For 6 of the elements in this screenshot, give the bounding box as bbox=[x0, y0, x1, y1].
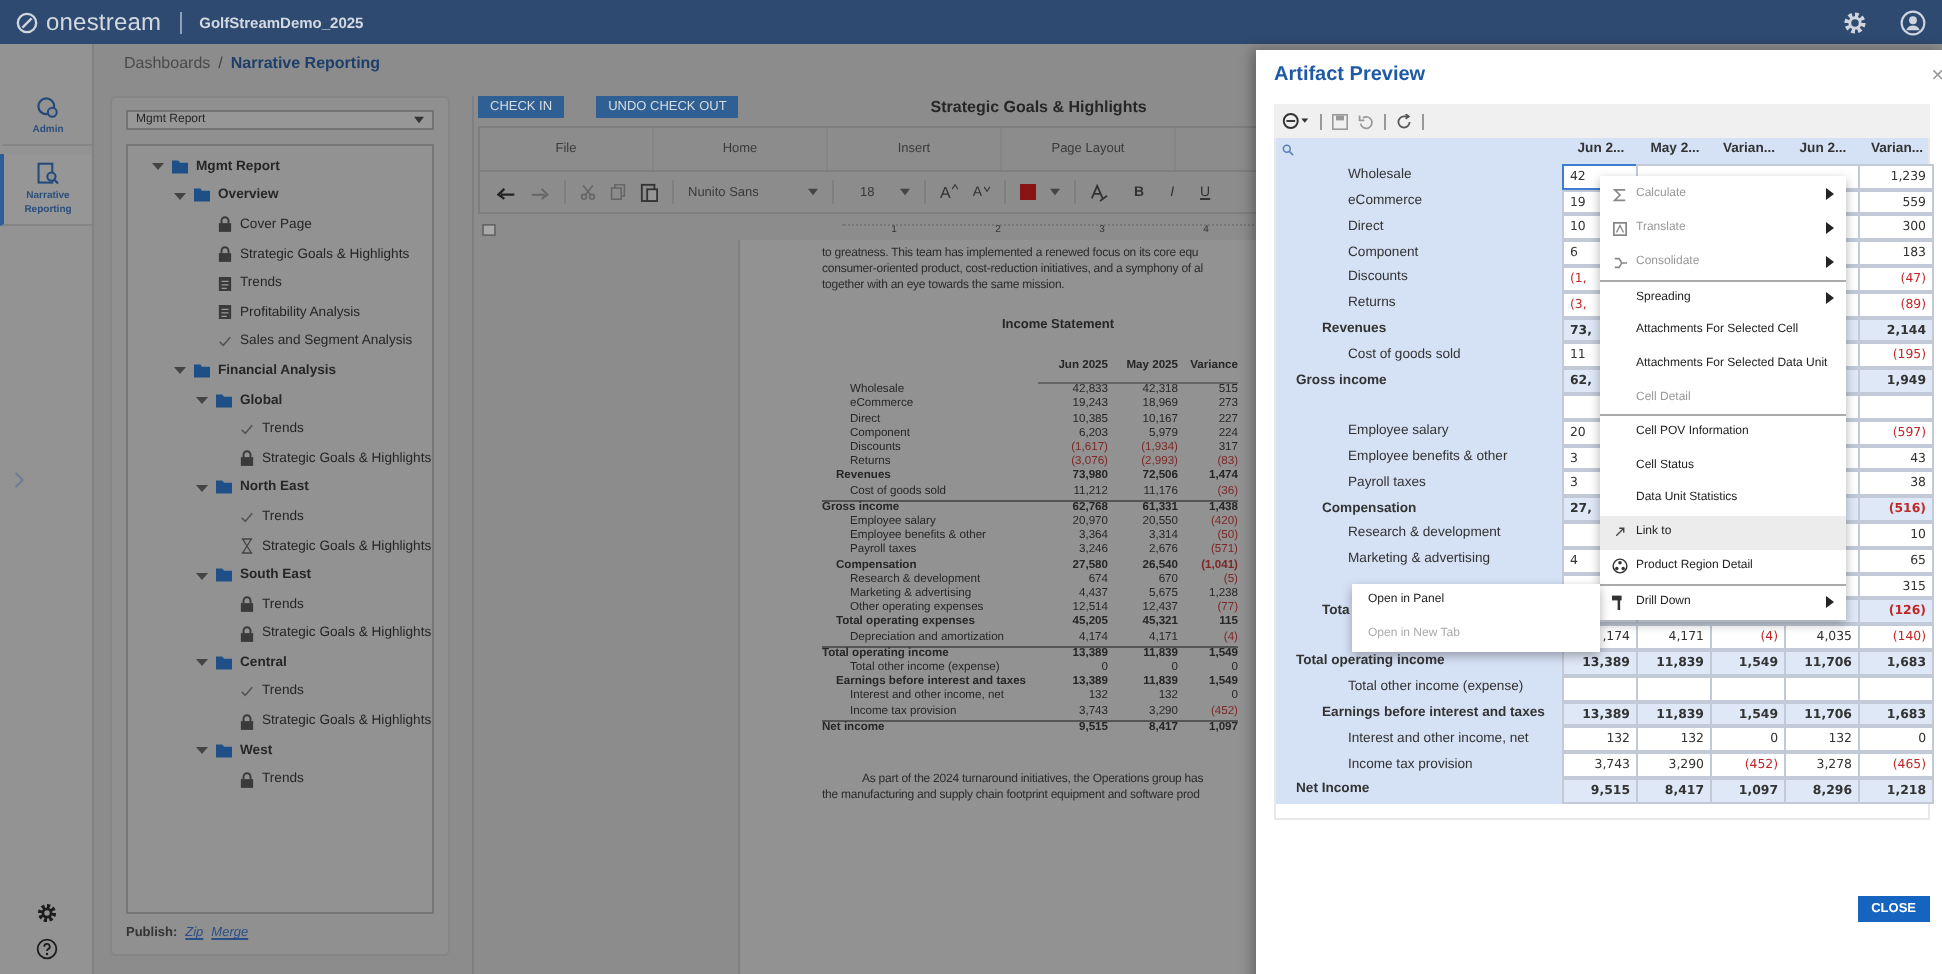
document-title: Strategic Goals & Highlights bbox=[930, 98, 1147, 116]
grow-font-button[interactable]: A bbox=[940, 183, 959, 201]
brand-name: onestream bbox=[46, 8, 162, 36]
breadcrumb-link[interactable]: Narrative Reporting bbox=[230, 53, 381, 71]
dialog-title: Artifact Preview bbox=[1274, 64, 1426, 86]
breadcrumb-separator: / bbox=[218, 53, 223, 71]
